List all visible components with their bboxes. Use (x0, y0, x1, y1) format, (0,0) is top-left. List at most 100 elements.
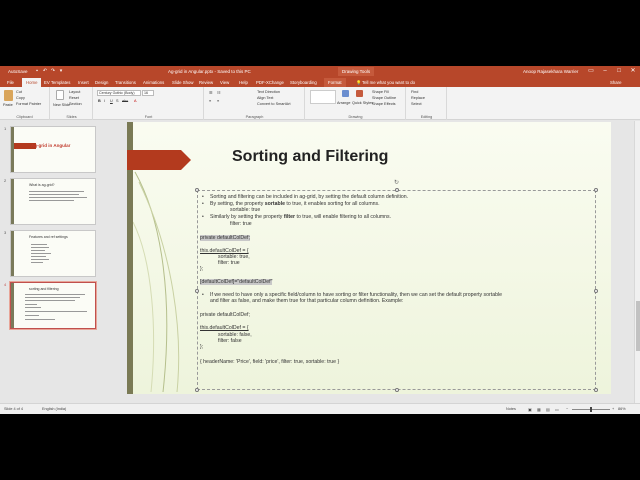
quick-styles-icon[interactable] (356, 90, 363, 97)
decorative-curves (133, 171, 180, 393)
tab-pdf-xchange[interactable]: PDF-XChange (256, 78, 284, 87)
tab-help[interactable]: Help (239, 78, 248, 87)
tab-home[interactable]: Home (22, 78, 42, 87)
align-left-icon[interactable]: ≡ (209, 99, 211, 103)
slide-title[interactable]: Sorting and Filtering (232, 148, 388, 166)
resize-handle[interactable] (195, 388, 199, 392)
section-button[interactable]: Section (69, 102, 82, 106)
new-slide-button[interactable]: New Slide (53, 103, 70, 107)
drawing-tools-context: Drawing Tools (338, 67, 375, 76)
layout-button[interactable]: Layout (69, 90, 80, 94)
resize-handle[interactable] (195, 188, 199, 192)
bold-icon[interactable]: B (98, 99, 101, 103)
slideshow-icon[interactable]: ▭ (555, 407, 559, 412)
font-color-icon[interactable]: A (134, 99, 137, 103)
tab-design[interactable]: Design (95, 78, 108, 87)
slide-thumbnail-4[interactable]: sorting and filtering (10, 282, 96, 329)
reset-button[interactable]: Reset (69, 96, 79, 100)
notes-button[interactable]: Notes (506, 407, 516, 411)
slide-thumbnail-3[interactable]: Features and ref settings (10, 230, 96, 277)
tab-review[interactable]: Review (199, 78, 213, 87)
tab-transitions[interactable]: Transitions (115, 78, 136, 87)
resize-handle[interactable] (395, 188, 399, 192)
copy-button[interactable]: Copy (16, 96, 25, 100)
reading-view-icon[interactable]: ▤ (546, 407, 550, 412)
zoom-slider-thumb[interactable] (590, 407, 592, 412)
italic-icon[interactable]: I (104, 99, 105, 103)
normal-view-icon[interactable]: ▣ (528, 407, 532, 412)
slide-thumbnail-1[interactable]: Ag-grid in Angular (10, 126, 96, 173)
vertical-scrollbar[interactable] (634, 121, 640, 403)
resize-handle[interactable] (594, 388, 598, 392)
tab-view[interactable]: View (220, 78, 229, 87)
rotate-handle-icon[interactable]: ↻ (394, 179, 399, 186)
thumb-number: 1 (4, 126, 7, 131)
font-size-select[interactable]: 16 (142, 90, 154, 96)
ribbon-display-icon[interactable]: ▭ (584, 66, 598, 77)
user-name[interactable]: Anoop Rajasekhara Warrier (523, 69, 578, 74)
underline-icon[interactable]: U (110, 99, 113, 103)
close-icon[interactable]: ✕ (626, 66, 640, 77)
tab-slide-show[interactable]: Slide Show (172, 78, 194, 87)
align-center-icon[interactable]: ≡ (217, 99, 219, 103)
customize-qat-icon[interactable]: ▾ (58, 68, 64, 74)
font-name-select[interactable]: Century Gothic (Body) (97, 90, 141, 96)
tab-insert[interactable]: Insert (78, 78, 89, 87)
tab-ev-templates[interactable]: EV Templates (44, 78, 70, 87)
scrollbar-thumb[interactable] (636, 301, 640, 351)
resize-handle[interactable] (594, 188, 598, 192)
find-button[interactable]: Find (411, 90, 418, 94)
code-line: this.defaultColDef = { (200, 325, 249, 331)
code-line: private defaultColDef; (200, 235, 250, 241)
shape-effects-button[interactable]: Shape Effects (372, 102, 396, 106)
autosave-label[interactable]: AutoSave (8, 69, 28, 74)
paste-icon[interactable] (4, 90, 13, 101)
drawing-label: Drawing (348, 115, 363, 119)
replace-button[interactable]: Replace (411, 96, 425, 100)
language-indicator[interactable]: English (India) (42, 407, 66, 411)
thumb-text-line (25, 297, 80, 298)
minimize-icon[interactable]: – (598, 66, 612, 77)
paste-button[interactable]: Paste (3, 103, 13, 107)
redo-icon[interactable]: ↷ (50, 68, 56, 74)
align-text-button[interactable]: Align Text (257, 96, 273, 100)
bullets-icon[interactable]: ☰ (209, 90, 212, 95)
select-button[interactable]: Select (411, 102, 422, 106)
numbering-icon[interactable]: ☷ (217, 90, 220, 95)
thumb-text-line (31, 256, 46, 257)
resize-handle[interactable] (195, 289, 199, 293)
text-direction-button[interactable]: Text Direction (257, 90, 280, 94)
shapes-gallery[interactable] (310, 90, 336, 104)
shape-outline-button[interactable]: Shape Outline (372, 96, 396, 100)
shadow-icon[interactable]: S (116, 99, 119, 103)
new-slide-icon[interactable] (56, 90, 64, 100)
arrange-button[interactable]: Arrange (337, 101, 351, 105)
content-textbox[interactable]: ↻ • Sorting and filtering can be include… (195, 180, 598, 392)
tab-file[interactable]: File (7, 78, 14, 87)
quick-styles-button[interactable]: Quick Styles (352, 101, 373, 105)
code-line: private defaultColDef; (200, 312, 250, 318)
share-button[interactable]: Share (610, 78, 621, 87)
format-painter-button[interactable]: Format Painter (16, 102, 41, 106)
tab-storyboarding[interactable]: Storyboarding (290, 78, 317, 87)
strikethrough-icon[interactable]: abc (122, 99, 128, 103)
slide-thumbnail-2[interactable]: What is ag-grid? (10, 178, 96, 225)
current-slide[interactable]: Sorting and Filtering ↻ • Sorting and fi… (127, 122, 611, 394)
tab-animations[interactable]: Animations (143, 78, 164, 87)
shape-fill-button[interactable]: Shape Fill (372, 90, 389, 94)
slide-sorter-icon[interactable]: ▦ (537, 407, 541, 412)
zoom-out-icon[interactable]: − (566, 407, 568, 411)
undo-icon[interactable]: ↶ (42, 68, 48, 74)
convert-smartart-button[interactable]: Convert to SmartArt (257, 102, 291, 106)
zoom-level[interactable]: 86% (618, 407, 626, 411)
save-icon[interactable]: ▪ (34, 68, 40, 74)
arrange-icon[interactable] (342, 90, 349, 97)
resize-handle[interactable] (594, 289, 598, 293)
thumb-text-line (25, 294, 85, 295)
zoom-in-icon[interactable]: + (612, 407, 614, 411)
resize-handle[interactable] (395, 388, 399, 392)
cut-button[interactable]: Cut (16, 90, 22, 94)
tell-me-search[interactable]: Tell me what you want to do (362, 78, 415, 87)
tab-format[interactable]: Format (324, 78, 346, 87)
maximize-icon[interactable]: □ (612, 66, 626, 77)
